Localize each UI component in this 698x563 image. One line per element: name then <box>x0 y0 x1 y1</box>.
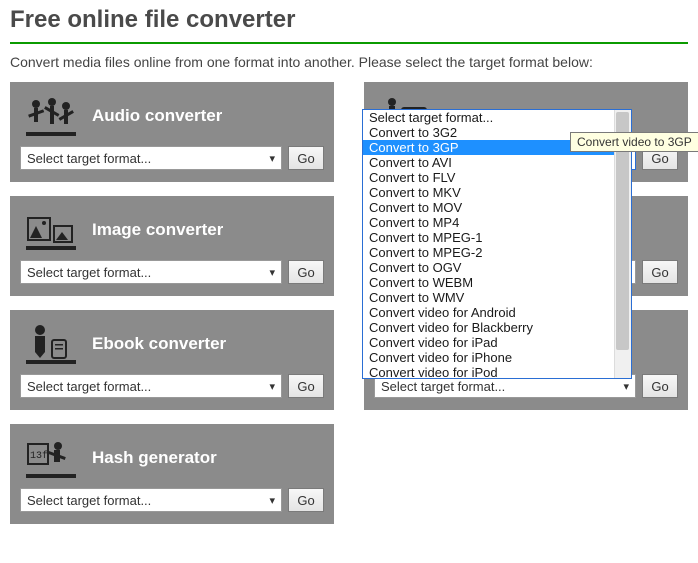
option-tooltip: Convert video to 3GP <box>570 132 698 152</box>
ebook-format-select[interactable]: Select target format... <box>20 374 282 398</box>
audio-card-head: Audio converter <box>20 90 324 146</box>
dropdown-option[interactable]: Select target format... <box>363 110 631 125</box>
svg-text:13f: 13f <box>30 450 48 462</box>
audio-card-title: Audio converter <box>92 106 222 126</box>
ebook-go-button[interactable]: Go <box>288 374 324 398</box>
dropdown-option[interactable]: Convert to WEBM <box>363 275 631 290</box>
ebook-converter-card: Ebook converter Select target format... … <box>10 310 334 410</box>
hash-icon: 13f <box>24 436 78 480</box>
dropdown-option[interactable]: Convert video for Blackberry <box>363 320 631 335</box>
audio-icon <box>24 94 78 138</box>
dropdown-option[interactable]: Convert to MPEG-1 <box>363 230 631 245</box>
dropdown-option[interactable]: Convert to MP4 <box>363 215 631 230</box>
image-card-title: Image converter <box>92 220 223 240</box>
hash-go-button[interactable]: Go <box>288 488 324 512</box>
dropdown-option[interactable]: Convert video for iPad <box>363 335 631 350</box>
hash-generator-card: 13f Hash generator Select target format.… <box>10 424 334 524</box>
dropdown-option[interactable]: Convert to FLV <box>363 170 631 185</box>
audio-format-select[interactable]: Select target format... <box>20 146 282 170</box>
divider <box>10 42 688 44</box>
image-go-button[interactable]: Go <box>288 260 324 284</box>
intro-text: Convert media files online from one form… <box>10 54 688 70</box>
hash-card-title: Hash generator <box>92 448 217 468</box>
document-go-button[interactable]: Go <box>642 260 678 284</box>
ebook-card-title: Ebook converter <box>92 334 226 354</box>
ebook-card-head: Ebook converter <box>20 318 324 374</box>
converter-grid: Audio converter Select target format... … <box>10 82 688 524</box>
image-card-head: Image converter <box>20 204 324 260</box>
image-icon <box>24 208 78 252</box>
dropdown-option[interactable]: Convert to MPEG-2 <box>363 245 631 260</box>
hash-format-select[interactable]: Select target format... <box>20 488 282 512</box>
left-column: Audio converter Select target format... … <box>10 82 334 524</box>
ebook-icon <box>24 322 78 366</box>
audio-go-button[interactable]: Go <box>288 146 324 170</box>
dropdown-option[interactable]: Convert to WMV <box>363 290 631 305</box>
hash-card-head: 13f Hash generator <box>20 432 324 488</box>
dropdown-option[interactable]: Convert to OGV <box>363 260 631 275</box>
image-format-select[interactable]: Select target format... <box>20 260 282 284</box>
dropdown-option[interactable]: Convert video for iPod <box>363 365 631 378</box>
dropdown-option[interactable]: Convert to AVI <box>363 155 631 170</box>
image-converter-card: Image converter Select target format... … <box>10 196 334 296</box>
audio-converter-card: Audio converter Select target format... … <box>10 82 334 182</box>
archive-go-button[interactable]: Go <box>642 374 678 398</box>
page-title: Free online file converter <box>10 6 688 34</box>
dropdown-option[interactable]: Convert video for Android <box>363 305 631 320</box>
dropdown-option[interactable]: Convert video for iPhone <box>363 350 631 365</box>
dropdown-option[interactable]: Convert to MKV <box>363 185 631 200</box>
dropdown-option[interactable]: Convert to MOV <box>363 200 631 215</box>
